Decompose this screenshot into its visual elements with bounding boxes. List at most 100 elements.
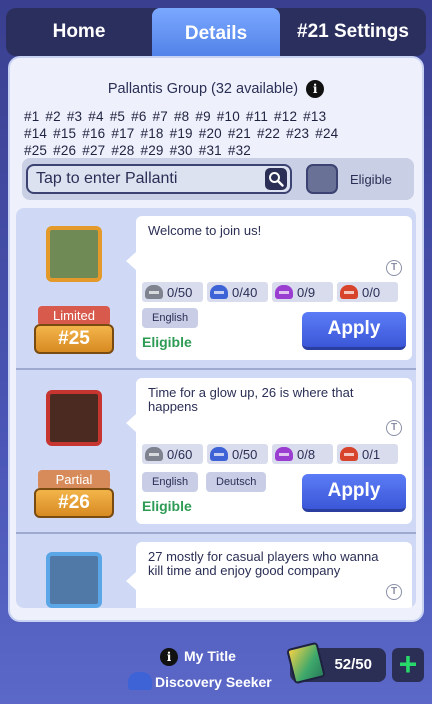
number-item: #12 bbox=[274, 109, 298, 124]
stat-value: 0/50 bbox=[167, 284, 193, 300]
my-title-label: My Title bbox=[184, 648, 236, 664]
card-bubble: Time for a glow up, 26 is where that hap… bbox=[126, 378, 412, 524]
card-bubble: 27 mostly for casual players who wanna k… bbox=[126, 542, 412, 608]
number-item: #10 bbox=[216, 109, 240, 124]
stat-value: 0/0 bbox=[362, 284, 381, 300]
eligibility-status: Eligible bbox=[142, 498, 192, 514]
stat-value: 0/60 bbox=[167, 446, 193, 462]
group-number-badge: #25 bbox=[34, 324, 114, 354]
number-item: #7 bbox=[152, 109, 168, 124]
avatar-frame-icon bbox=[46, 390, 102, 446]
number-item: #13 bbox=[303, 109, 327, 124]
translate-icon[interactable]: T bbox=[386, 584, 402, 600]
number-item: #25 bbox=[24, 143, 48, 158]
blue-helmet-icon bbox=[128, 672, 152, 690]
stat-value: 0/8 bbox=[297, 446, 316, 462]
bubble-arrow bbox=[126, 572, 136, 590]
group-description: Time for a glow up, 26 is where that hap… bbox=[148, 385, 354, 414]
details-panel: Pallantis Group (32 available) i #1 #2 #3 #… bbox=[8, 56, 424, 622]
gray-helmet-icon bbox=[145, 447, 163, 461]
apply-button[interactable]: Apply bbox=[302, 312, 406, 350]
language-tag: Deutsch bbox=[206, 472, 267, 492]
number-item: #32 bbox=[227, 143, 251, 158]
language-tag: English bbox=[142, 472, 199, 492]
list-item: Limited #25 Welcome to join us! T 0/50 0… bbox=[16, 208, 416, 368]
translate-icon[interactable]: T bbox=[386, 420, 402, 436]
member-stats: 0/60 0/50 0/8 0/1 bbox=[142, 444, 398, 464]
avatar bbox=[34, 544, 114, 608]
number-item: #16 bbox=[82, 126, 106, 141]
stat-value: 0/1 bbox=[362, 446, 381, 462]
number-item: #9 bbox=[195, 109, 211, 124]
stat-value: 0/50 bbox=[232, 446, 258, 462]
avatar: Limited #25 bbox=[34, 218, 114, 358]
language-tag: English bbox=[142, 308, 199, 328]
available-numbers-list: #1 #2 #3 #4 #5 #6 #7 #8 #9 #10 #11 #12 #13 #14 #15 #16… bbox=[24, 108, 416, 159]
avatar: Partial #26 bbox=[34, 380, 114, 520]
group-number-badge: #26 bbox=[34, 488, 114, 518]
avatar-frame-icon bbox=[46, 552, 102, 608]
eligible-checkbox[interactable] bbox=[306, 164, 338, 194]
tab-details[interactable]: Details bbox=[152, 8, 280, 60]
number-item: #26 bbox=[53, 143, 77, 158]
status-badge: Partial bbox=[38, 470, 110, 490]
search-icon[interactable] bbox=[265, 168, 287, 190]
number-item: #31 bbox=[198, 143, 222, 158]
eligibility-status: Eligible bbox=[142, 334, 192, 350]
my-title-value[interactable]: Discovery Seeker bbox=[155, 674, 272, 690]
search-row: Tap to enter Pallanti Eligible bbox=[22, 158, 414, 200]
stat-purple: 0/8 bbox=[272, 444, 333, 464]
eligible-filter-label: Eligible bbox=[350, 172, 392, 187]
number-item: #19 bbox=[169, 126, 193, 141]
gray-helmet-icon bbox=[145, 285, 163, 299]
stat-red: 0/1 bbox=[337, 444, 398, 464]
number-item: #17 bbox=[111, 126, 135, 141]
apply-button[interactable]: Apply bbox=[302, 474, 406, 512]
number-item: #4 bbox=[88, 109, 104, 124]
number-item: #18 bbox=[140, 126, 164, 141]
bubble-arrow bbox=[126, 414, 136, 432]
number-item: #22 bbox=[257, 126, 281, 141]
info-icon[interactable]: i bbox=[306, 80, 325, 98]
blue-helmet-icon bbox=[210, 447, 228, 461]
search-placeholder: Tap to enter Pallanti bbox=[36, 170, 178, 187]
stat-gray: 0/60 bbox=[142, 444, 203, 464]
blue-helmet-icon bbox=[210, 285, 228, 299]
search-input[interactable]: Tap to enter Pallanti bbox=[26, 164, 292, 194]
avatar-frame-icon bbox=[46, 226, 102, 282]
number-item: #11 bbox=[245, 109, 269, 124]
stat-value: 0/9 bbox=[297, 284, 316, 300]
number-item: #8 bbox=[173, 109, 190, 124]
number-item: #28 bbox=[111, 143, 135, 158]
stat-red: 0/0 bbox=[337, 282, 398, 302]
tab-home[interactable]: Home bbox=[18, 8, 140, 56]
group-card-list[interactable]: Limited #25 Welcome to join us! T 0/50 0… bbox=[16, 208, 416, 608]
group-title-text: Pallantis Group (32 available) bbox=[107, 80, 299, 97]
tab-settings[interactable]: #21 Settings bbox=[282, 8, 424, 56]
red-helmet-icon bbox=[340, 447, 358, 461]
red-helmet-icon bbox=[340, 285, 358, 299]
tab-bar: Home Details #21 Settings bbox=[6, 8, 426, 60]
stat-value: 0/40 bbox=[232, 284, 258, 300]
number-item: #14 bbox=[24, 126, 48, 141]
purple-helmet-icon bbox=[275, 447, 293, 461]
number-item: #3 bbox=[66, 109, 83, 124]
number-item: #29 bbox=[140, 143, 164, 158]
status-badge: Limited bbox=[38, 306, 110, 326]
number-item: #21 bbox=[227, 126, 251, 141]
number-item: #2 bbox=[45, 109, 61, 124]
translate-icon[interactable]: T bbox=[386, 260, 402, 276]
list-item: 27 mostly for casual players who wanna k… bbox=[16, 534, 416, 608]
number-item: #23 bbox=[286, 126, 310, 141]
add-button[interactable]: + bbox=[392, 648, 424, 682]
number-item: #20 bbox=[198, 126, 222, 141]
my-title-info-icon[interactable]: i bbox=[160, 648, 178, 666]
number-item: #5 bbox=[109, 109, 126, 124]
stat-purple: 0/9 bbox=[272, 282, 333, 302]
stat-gray: 0/50 bbox=[142, 282, 203, 302]
number-item: #6 bbox=[131, 109, 147, 124]
card-bubble: Welcome to join us! T 0/50 0/40 0/9 0/0 … bbox=[126, 216, 412, 360]
number-item: #1 bbox=[24, 109, 40, 124]
stat-blue: 0/40 bbox=[207, 282, 268, 302]
number-item: #27 bbox=[82, 143, 106, 158]
